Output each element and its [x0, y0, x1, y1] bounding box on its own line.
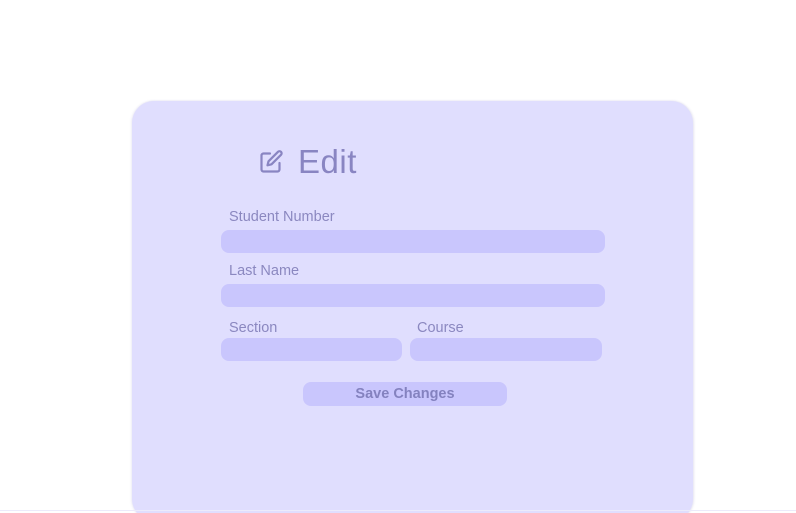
section-input[interactable]: [221, 338, 402, 361]
page: Edit Student Number Last Name Section Co…: [0, 0, 796, 513]
last-name-label: Last Name: [229, 263, 300, 279]
student-number-label: Student Number: [229, 209, 335, 225]
last-name-input[interactable]: [221, 284, 605, 307]
student-number-input[interactable]: [221, 230, 605, 253]
page-title: Edit: [298, 143, 357, 180]
course-label: Course: [417, 320, 464, 336]
form-header: Edit: [257, 143, 357, 181]
save-changes-button[interactable]: Save Changes: [303, 382, 507, 406]
edit-card: Edit Student Number Last Name Section Co…: [132, 101, 693, 513]
section-label: Section: [229, 320, 278, 336]
edit-icon: [257, 148, 285, 176]
bottom-divider: [0, 510, 796, 511]
course-input[interactable]: [410, 338, 602, 361]
